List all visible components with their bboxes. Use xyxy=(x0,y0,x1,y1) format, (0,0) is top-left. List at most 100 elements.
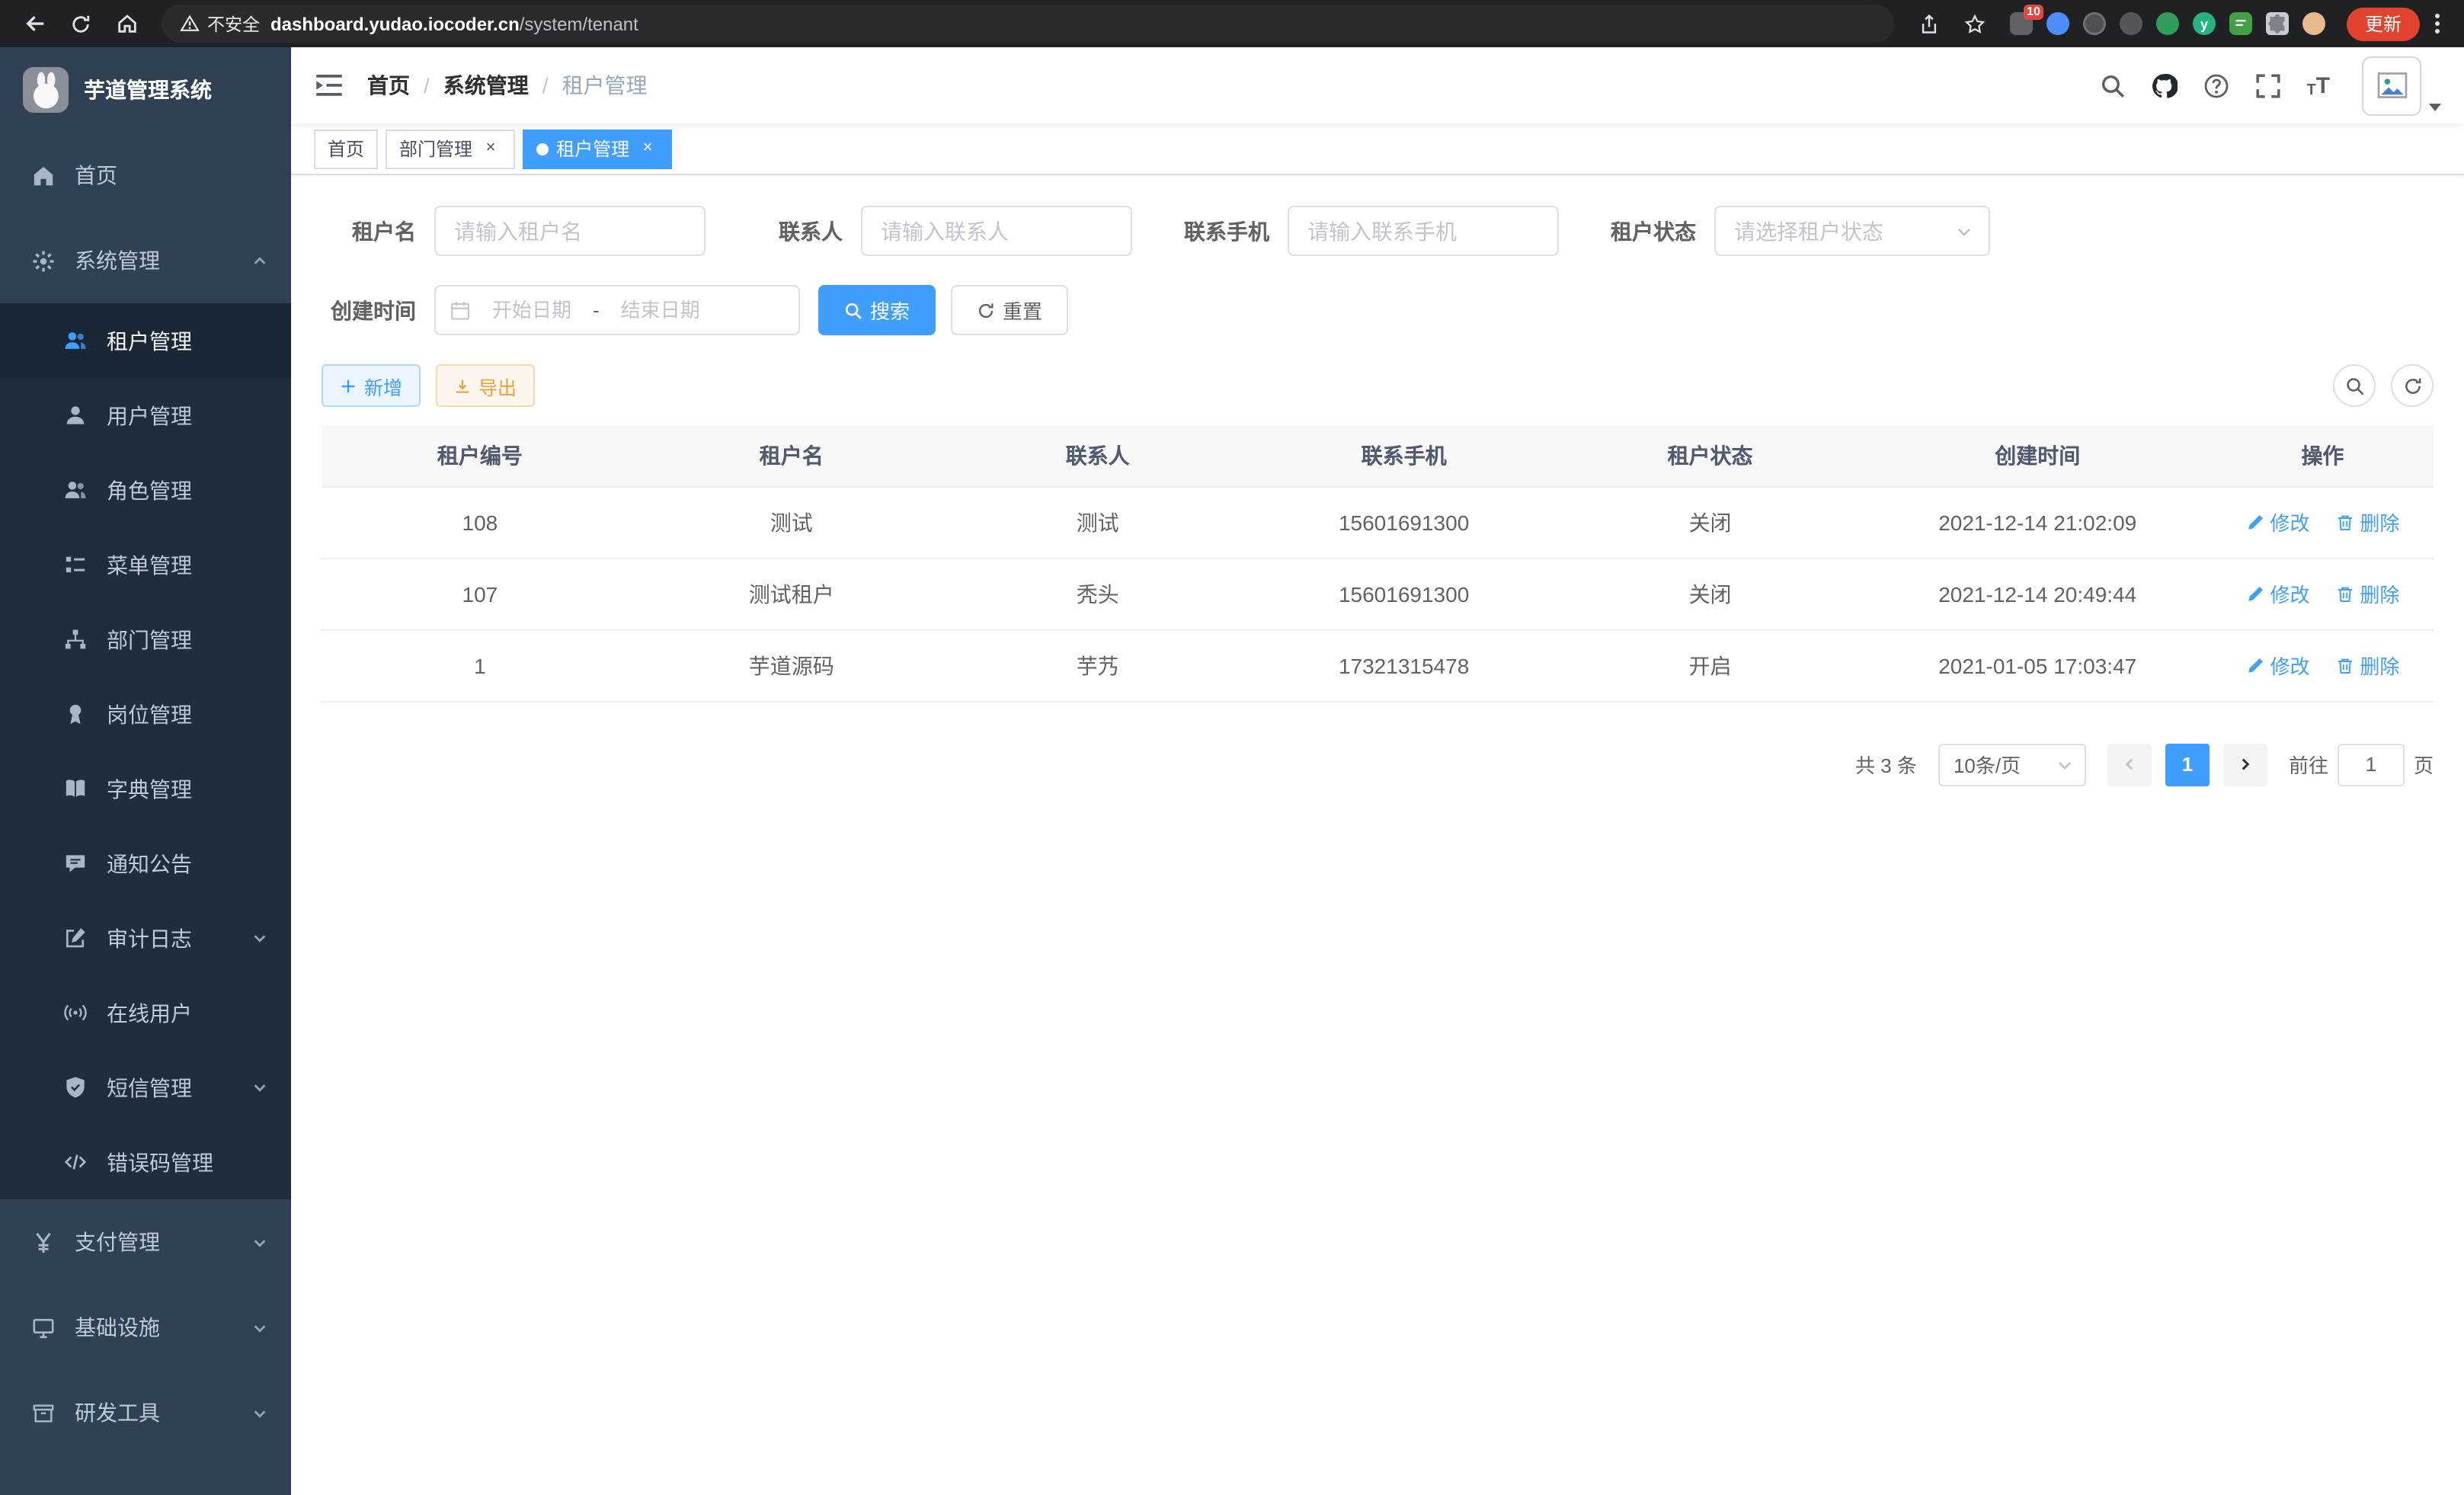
user-avatar-menu[interactable] xyxy=(2362,56,2441,115)
yen-icon xyxy=(32,1231,55,1253)
edit-button[interactable]: 修改 xyxy=(2246,579,2310,608)
delete-button[interactable]: 删除 xyxy=(2335,507,2399,536)
breadcrumb-system[interactable]: 系统管理 xyxy=(443,70,529,101)
chevron-down-icon xyxy=(251,1404,268,1421)
pencil-icon xyxy=(2246,513,2264,531)
breadcrumb-home[interactable]: 首页 xyxy=(367,70,410,101)
extension-dark-icon[interactable] xyxy=(2120,12,2142,35)
sidebar-item-payment[interactable]: 支付管理 xyxy=(0,1199,291,1285)
sidebar-item-dict[interactable]: 字典管理 xyxy=(0,751,291,826)
browser-refresh-button[interactable] xyxy=(61,4,101,43)
sidebar-item-menu[interactable]: 菜单管理 xyxy=(0,527,291,602)
fullscreen-button[interactable] xyxy=(2254,72,2280,98)
delete-button[interactable]: 删除 xyxy=(2335,651,2399,680)
table-row: 108 测试 测试 15601691300 关闭 2021-12-14 21:0… xyxy=(322,486,2434,558)
search-button[interactable]: 搜索 xyxy=(818,285,936,335)
goto-page-input[interactable] xyxy=(2338,743,2405,786)
avatar[interactable] xyxy=(2362,56,2421,115)
font-size-button[interactable]: TT xyxy=(2306,72,2330,98)
extension-badge-count: 10 xyxy=(2024,5,2043,20)
help-doc-button[interactable] xyxy=(2203,72,2229,98)
system-submenu: 租户管理 用户管理 角色管理 菜单管理 部门管理 岗位管理 xyxy=(0,303,291,1199)
chevron-down-icon xyxy=(251,1234,268,1250)
toggle-search-button[interactable] xyxy=(2333,364,2376,407)
browser-menu-button[interactable] xyxy=(2426,14,2449,34)
browser-home-button[interactable] xyxy=(107,4,146,43)
logo[interactable]: 芋道管理系统 xyxy=(0,47,291,133)
extension-globe-icon[interactable] xyxy=(2083,12,2106,35)
sidebar-item-sms[interactable]: 短信管理 xyxy=(0,1050,291,1125)
browser-back-button[interactable] xyxy=(15,4,55,43)
sidebar-item-audit-log[interactable]: 审计日志 xyxy=(0,901,291,975)
extensions-puzzle-icon[interactable] xyxy=(2266,12,2289,35)
sidebar-item-role[interactable]: 角色管理 xyxy=(0,453,291,527)
add-button[interactable]: 新增 xyxy=(322,364,421,407)
sidebar-item-error-code[interactable]: 错误码管理 xyxy=(0,1125,291,1199)
tab-dept[interactable]: 部门管理 × xyxy=(386,129,515,168)
edit-button[interactable]: 修改 xyxy=(2246,651,2310,680)
prev-page-button[interactable] xyxy=(2107,743,2152,786)
col-tenant-id: 租户编号 xyxy=(322,425,638,486)
tab-tenant[interactable]: 租户管理 × xyxy=(523,129,672,168)
github-link[interactable] xyxy=(2151,72,2177,98)
sidebar-item-devtool[interactable]: 研发工具 xyxy=(0,1370,291,1455)
code-icon xyxy=(64,1151,87,1173)
tenant-name-input[interactable] xyxy=(434,206,706,256)
close-icon[interactable]: × xyxy=(637,138,658,159)
sidebar-item-dept[interactable]: 部门管理 xyxy=(0,602,291,677)
security-chip[interactable]: 不安全 xyxy=(180,11,260,36)
create-time-label: 创建时间 xyxy=(322,295,416,325)
browser-chrome: 不安全 dashboard.yudao.iocoder.cn/system/te… xyxy=(0,0,2464,47)
breadcrumb: 首页 / 系统管理 / 租户管理 xyxy=(367,70,648,101)
header-search-button[interactable] xyxy=(2099,72,2125,98)
sidebar-item-online-user[interactable]: 在线用户 xyxy=(0,975,291,1050)
date-end-input[interactable] xyxy=(606,299,715,322)
close-icon[interactable]: × xyxy=(480,138,501,159)
logo-avatar xyxy=(23,67,69,113)
user-icon xyxy=(64,404,87,427)
sidebar-item-system[interactable]: 系统管理 xyxy=(0,218,291,303)
caret-down-icon[interactable] xyxy=(2429,103,2441,110)
url-text[interactable]: dashboard.yudao.iocoder.cn/system/tenant xyxy=(270,13,638,34)
sidebar-item-post[interactable]: 岗位管理 xyxy=(0,677,291,751)
extension-chat-icon[interactable] xyxy=(2229,12,2252,35)
tab-home[interactable]: 首页 xyxy=(314,129,378,168)
address-bar[interactable]: 不安全 dashboard.yudao.iocoder.cn/system/te… xyxy=(162,5,1894,43)
extension-blue-icon[interactable] xyxy=(2046,12,2069,35)
sidebar-item-infra[interactable]: 基础设施 xyxy=(0,1285,291,1370)
refresh-icon xyxy=(2402,376,2422,395)
status-label: 租户状态 xyxy=(1602,216,1696,246)
page-size-select[interactable]: 10条/页 xyxy=(1938,743,2086,786)
table-row: 107 测试租户 秃头 15601691300 关闭 2021-12-14 20… xyxy=(322,558,2434,629)
date-start-input[interactable] xyxy=(477,299,587,322)
trash-icon xyxy=(2335,513,2354,531)
sidebar-item-home[interactable]: 首页 xyxy=(0,133,291,218)
back-icon xyxy=(24,12,46,35)
page-number-button[interactable]: 1 xyxy=(2165,743,2210,786)
sidebar-toggle-button[interactable] xyxy=(314,70,344,101)
bookmark-button[interactable] xyxy=(1955,4,1995,43)
sidebar-item-user[interactable]: 用户管理 xyxy=(0,378,291,453)
warning-icon xyxy=(180,14,200,34)
chevron-left-icon xyxy=(2121,756,2138,773)
export-button[interactable]: 导出 xyxy=(436,364,535,407)
refresh-table-button[interactable] xyxy=(2391,364,2434,407)
sidebar-item-notice[interactable]: 通知公告 xyxy=(0,826,291,901)
share-button[interactable] xyxy=(1909,4,1949,43)
sidebar-item-tenant[interactable]: 租户管理 xyxy=(0,303,291,378)
reset-button[interactable]: 重置 xyxy=(951,285,1068,335)
delete-button[interactable]: 删除 xyxy=(2335,579,2399,608)
extension-green-icon[interactable] xyxy=(2156,12,2179,35)
status-text: 开启 xyxy=(1557,629,1864,701)
create-time-range-picker[interactable]: - xyxy=(434,285,800,335)
profile-avatar-icon[interactable] xyxy=(2302,12,2325,35)
contact-input[interactable] xyxy=(861,206,1132,256)
status-select[interactable]: 请选择租户状态 xyxy=(1714,206,1990,256)
phone-input[interactable] xyxy=(1288,206,1559,256)
extension-yudao-icon[interactable]: y xyxy=(2193,12,2216,35)
browser-update-button[interactable]: 更新 xyxy=(2347,7,2420,40)
date-separator: - xyxy=(593,299,600,322)
next-page-button[interactable] xyxy=(2223,743,2267,786)
extension-with-badge-icon[interactable]: 10 xyxy=(2010,12,2033,35)
edit-button[interactable]: 修改 xyxy=(2246,507,2310,536)
